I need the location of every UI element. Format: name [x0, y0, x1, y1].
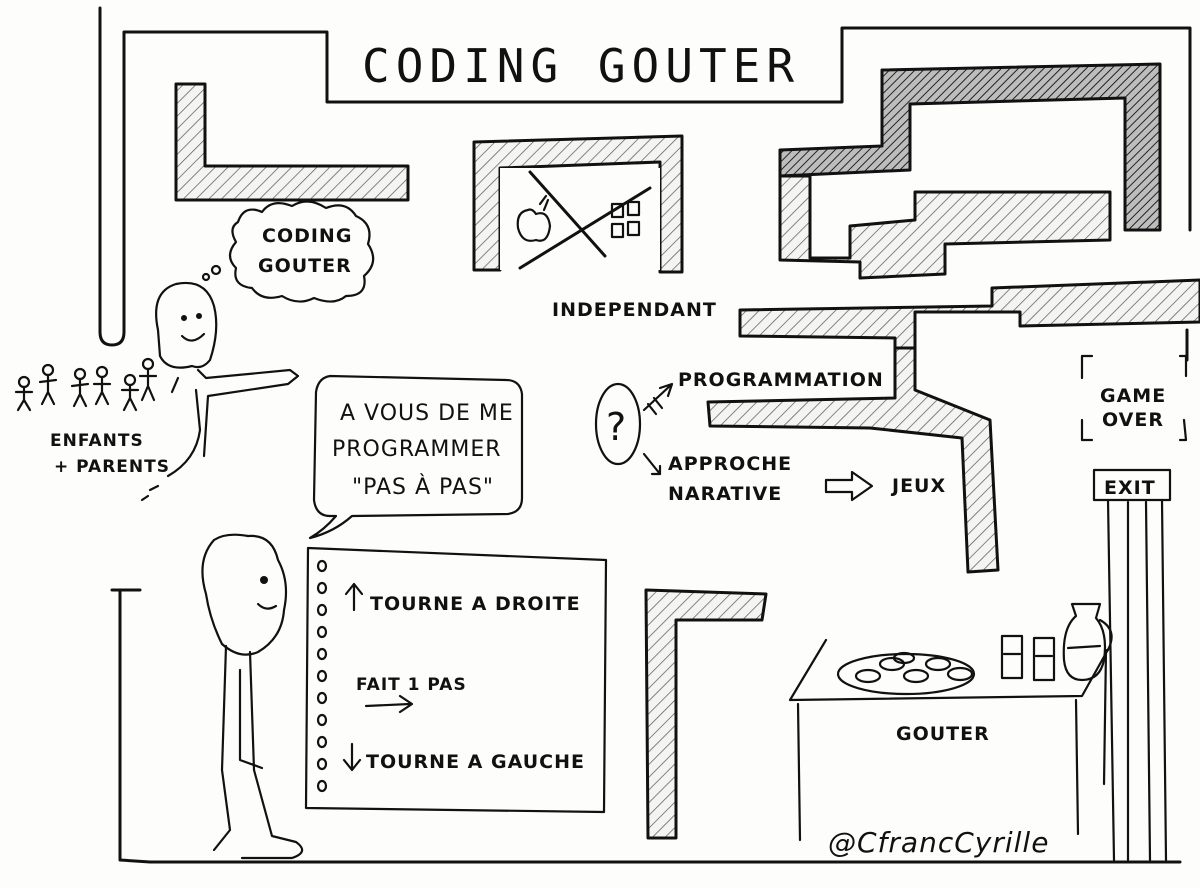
thought-bubble: CODING GOUTER [201, 200, 375, 303]
os-window [500, 168, 660, 270]
stick-figures: ENFANTS + PARENTS [14, 357, 170, 477]
robot-person-figure [201, 533, 304, 860]
exit-label: EXIT [1104, 477, 1156, 499]
instruction-notebook: TOURNE A DROITE FAIT 1 PAS TOURNE A GAUC… [304, 546, 608, 814]
speech-line-3: "PAS À PAS" [352, 474, 494, 500]
arrow-up-icon [344, 582, 364, 612]
game-over-line-1: GAME [1100, 385, 1166, 407]
game-over-sign: GAME OVER [1080, 354, 1188, 442]
sketchnote-drawing: CODING GOUTER CODING GOUTER ENFANTS + PA… [14, 6, 1200, 864]
maze-wall-spiral-inner [778, 174, 1112, 280]
audience-label-2: + PARENTS [54, 457, 170, 477]
instruction-step: FAIT 1 PAS [356, 675, 467, 695]
approche-label-2: NARATIVE [668, 483, 782, 505]
audience-label-1: ENFANTS [50, 431, 144, 451]
sketchnote-canvas: CODING GOUTER CODING GOUTER ENFANTS + PA… [0, 0, 1200, 888]
game-over-line-2: OVER [1102, 409, 1164, 431]
independant-label: INDEPENDANT [552, 299, 717, 321]
approche-label-1: APPROCHE [668, 453, 792, 475]
instruction-turn-left: TOURNE A GAUCHE [366, 751, 585, 773]
page-title: CODING GOUTER [362, 39, 800, 93]
maze-wall-right-corridor [738, 278, 1200, 350]
question-mark: ? [606, 405, 627, 449]
signature: @CfrancCyrille [828, 826, 1049, 859]
arrow-down-icon [342, 742, 362, 772]
programmation-label: PROGRAMMATION [678, 369, 884, 391]
snack-table: GOUTER [788, 602, 1113, 842]
thought-line-2: GOUTER [258, 255, 352, 277]
maze-wall-bottom-corner [644, 588, 768, 840]
speech-bubble: A VOUS DE ME PROGRAMMER "PAS À PAS" [308, 374, 524, 540]
arrow-icon [642, 382, 674, 416]
speech-line-1: A VOUS DE ME [340, 401, 514, 426]
question-bubble: ? [594, 382, 674, 476]
jeux-label: JEUX [890, 475, 946, 497]
arrow-right-icon [364, 694, 414, 714]
arrow-to-jeux-icon [824, 470, 874, 502]
speech-line-2: PROGRAMMER [332, 437, 502, 462]
thought-line-1: CODING [262, 225, 352, 247]
gouter-label: GOUTER [896, 723, 990, 745]
instruction-turn-right: TOURNE A DROITE [370, 593, 581, 615]
